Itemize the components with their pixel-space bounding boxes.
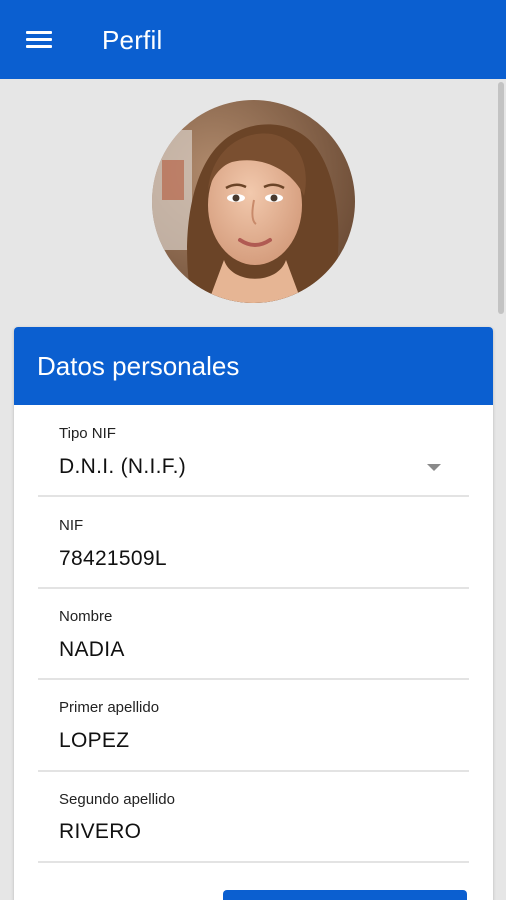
field-value: 78421509L bbox=[59, 547, 167, 570]
chevron-down-icon[interactable] bbox=[427, 464, 441, 471]
field-label: Segundo apellido bbox=[59, 791, 175, 808]
field-label: Nombre bbox=[59, 608, 113, 625]
page-title: Perfil bbox=[102, 25, 163, 55]
nif-field[interactable]: NIF 78421509L bbox=[38, 497, 469, 589]
app-bar: Perfil bbox=[0, 0, 506, 79]
primer-apellido-field[interactable]: Primer apellido LOPEZ bbox=[38, 680, 469, 772]
segundo-apellido-field[interactable]: Segundo apellido RIVERO bbox=[38, 772, 469, 863]
nombre-field[interactable]: Nombre NADIA bbox=[38, 589, 469, 680]
field-value: D.N.I. (N.I.F.) bbox=[59, 455, 186, 478]
avatar-photo bbox=[152, 100, 355, 303]
menu-icon[interactable] bbox=[22, 27, 56, 53]
field-label: Tipo NIF bbox=[59, 425, 116, 442]
field-label: NIF bbox=[59, 517, 84, 534]
card-header: Datos personales bbox=[14, 327, 493, 405]
field-label: Primer apellido bbox=[59, 699, 160, 716]
card-title: Datos personales bbox=[37, 350, 240, 381]
field-value: LOPEZ bbox=[59, 729, 130, 752]
avatar bbox=[152, 100, 355, 303]
submit-button[interactable] bbox=[223, 890, 467, 900]
scrollbar[interactable] bbox=[498, 82, 504, 314]
tipo-nif-select[interactable]: Tipo NIF D.N.I. (N.I.F.) bbox=[38, 405, 469, 497]
field-value: RIVERO bbox=[59, 820, 142, 843]
field-value: NADIA bbox=[59, 638, 125, 661]
